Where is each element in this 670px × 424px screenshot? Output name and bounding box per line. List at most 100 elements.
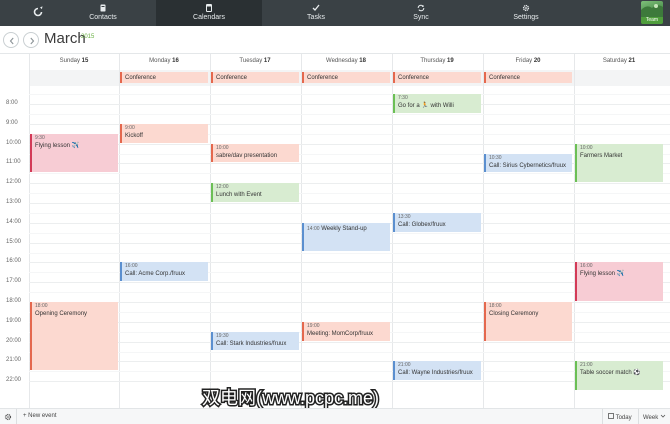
event-title: Lunch with Event [216, 192, 262, 199]
half-hour-gridline [29, 351, 670, 353]
previous-week-button[interactable] [3, 32, 19, 48]
event-time: 13:30 [398, 213, 411, 220]
calendar-event[interactable]: 10:00 sabre/dav presentation [211, 143, 299, 163]
calendar-event[interactable]: 21:00 Call: Wayne Industries/fruux [393, 361, 481, 381]
settings-icon [522, 4, 530, 12]
chevron-down-icon [660, 414, 666, 418]
half-hour-gridline [29, 292, 670, 294]
view-selector[interactable]: Week [643, 413, 666, 421]
event-time: 9:30 [35, 134, 45, 141]
half-hour-gridline [29, 252, 670, 254]
avatar-name: Team [641, 17, 663, 24]
all-day-event[interactable]: Conference [484, 72, 572, 83]
hour-gridline [29, 361, 670, 363]
calendar-event[interactable]: 7:30 Go for a 🏃 with Willi [393, 94, 481, 113]
all-day-event[interactable]: Conference [393, 72, 481, 83]
day-name: Friday [515, 58, 533, 64]
today-button[interactable]: Today [608, 413, 632, 421]
tab-contacts[interactable]: Contacts [55, 0, 151, 26]
sync-icon [417, 4, 425, 12]
half-hour-gridline [29, 311, 670, 313]
contacts-icon [100, 4, 106, 12]
calendar-small-icon [608, 413, 614, 419]
month-title: March [44, 30, 86, 47]
half-hour-gridline [29, 113, 670, 115]
tab-tasks[interactable]: Tasks [268, 0, 364, 26]
column-divider [483, 54, 484, 408]
event-title: Call: Wayne Industries/fruux [398, 370, 473, 377]
tab-calendars[interactable]: Calendars [156, 0, 262, 26]
all-day-event[interactable]: Conference [211, 72, 299, 83]
tab-sync[interactable]: Sync [373, 0, 469, 26]
event-time: 10:00 [216, 144, 229, 151]
day-number: 18 [359, 58, 366, 64]
calendar-event[interactable]: 16:00 Flying lesson ✈️ [575, 262, 663, 301]
footer-toolbar: + New event Today Week [0, 408, 670, 424]
calendar-event[interactable]: 9:30 Flying lesson ✈️ [30, 133, 118, 173]
event-time: 10:30 [489, 154, 502, 161]
hour-gridline [29, 302, 670, 303]
calendar-event[interactable]: 10:00 Farmers Market [575, 143, 663, 183]
day-name: Thursday [420, 58, 446, 64]
gear-icon[interactable] [4, 413, 12, 421]
hour-label: 8:00 [6, 100, 18, 106]
calendar-event[interactable]: 21:00 Table soccer match ⚽ [575, 361, 663, 391]
calendar-event[interactable]: 19:30 Call: Stark Industries/fruux [211, 331, 299, 351]
hour-label: 9:00 [6, 119, 18, 126]
hour-label: 13:00 [6, 199, 22, 205]
calendar-event[interactable]: 14:00 Weekly Stand-up [302, 222, 390, 252]
event-time: 19:00 [307, 322, 320, 329]
event-time: 18:00 [35, 303, 48, 309]
hour-gridline [29, 381, 670, 383]
calendar-event[interactable]: 13:30 Call: Globex/fruux [393, 212, 481, 232]
top-navigation-bar: Contacts Calendars Tasks Sync Settings T… [0, 0, 670, 26]
day-header[interactable]: Tuesday 17 [210, 58, 300, 64]
day-header[interactable]: Wednesday 18 [301, 58, 391, 64]
calendar-event[interactable]: 18:00 Opening Ceremony [30, 302, 118, 371]
hour-gridline [29, 183, 670, 185]
day-number: 21 [628, 58, 636, 64]
event-time: 7:30 [398, 95, 408, 102]
day-header[interactable]: Thursday 19 [392, 58, 482, 64]
calendar-event[interactable]: 19:00 Meeting: MomCorp/fruux [302, 321, 390, 341]
calendar-event[interactable]: 9:00 Kickoff [120, 123, 208, 143]
all-day-event[interactable]: Conference [302, 72, 390, 83]
footer-divider [602, 409, 603, 424]
day-header[interactable]: Monday 16 [119, 58, 209, 64]
event-time: 12:00 [216, 184, 229, 191]
day-number: 20 [533, 58, 541, 64]
view-label: Week [643, 415, 659, 421]
tab-settings[interactable]: Settings [478, 0, 574, 26]
user-avatar[interactable]: Team [641, 1, 663, 24]
event-title: Call: Acme Corp./fruux [125, 271, 186, 278]
half-hour-gridline [29, 153, 670, 155]
event-time: 18:00 [489, 303, 502, 309]
tab-tasks-label: Tasks [307, 14, 325, 21]
calendar-event[interactable]: 16:00 Call: Acme Corp./fruux [120, 262, 208, 282]
hour-label: 14:00 [6, 218, 22, 225]
hour-label: 17:00 [6, 278, 22, 285]
fruux-logo-icon[interactable] [31, 5, 45, 19]
hour-gridline [29, 282, 670, 284]
hour-gridline [29, 163, 670, 165]
event-title: Call: Stark Industries/fruux [216, 340, 287, 347]
calendar-event[interactable]: 10:30 Call: Sirius Cybernetics/fruux [484, 153, 572, 173]
year-label: 2015 [81, 34, 95, 40]
day-number: 17 [263, 58, 271, 64]
event-title: Meeting: MomCorp/fruux [307, 330, 374, 337]
new-event-button[interactable]: + New event [23, 413, 57, 419]
day-header[interactable]: Saturday 21 [574, 58, 664, 64]
day-header[interactable]: Sunday 15 [29, 58, 119, 64]
next-week-button[interactable] [23, 32, 39, 48]
event-title: Kickoff [125, 132, 143, 139]
day-header[interactable]: Friday 20 [483, 58, 573, 64]
footer-divider [16, 409, 17, 424]
hour-gridline [29, 104, 670, 105]
calendar-event[interactable]: 18:00 Closing Ceremony [484, 302, 572, 341]
all-day-event[interactable]: Conference [120, 72, 208, 83]
day-name: Wednesday [326, 58, 358, 64]
calendar-event[interactable]: 12:00 Lunch with Event [211, 183, 299, 202]
half-hour-gridline [29, 193, 670, 195]
footer-divider [638, 409, 639, 424]
event-title: sabre/dav presentation [216, 152, 278, 159]
